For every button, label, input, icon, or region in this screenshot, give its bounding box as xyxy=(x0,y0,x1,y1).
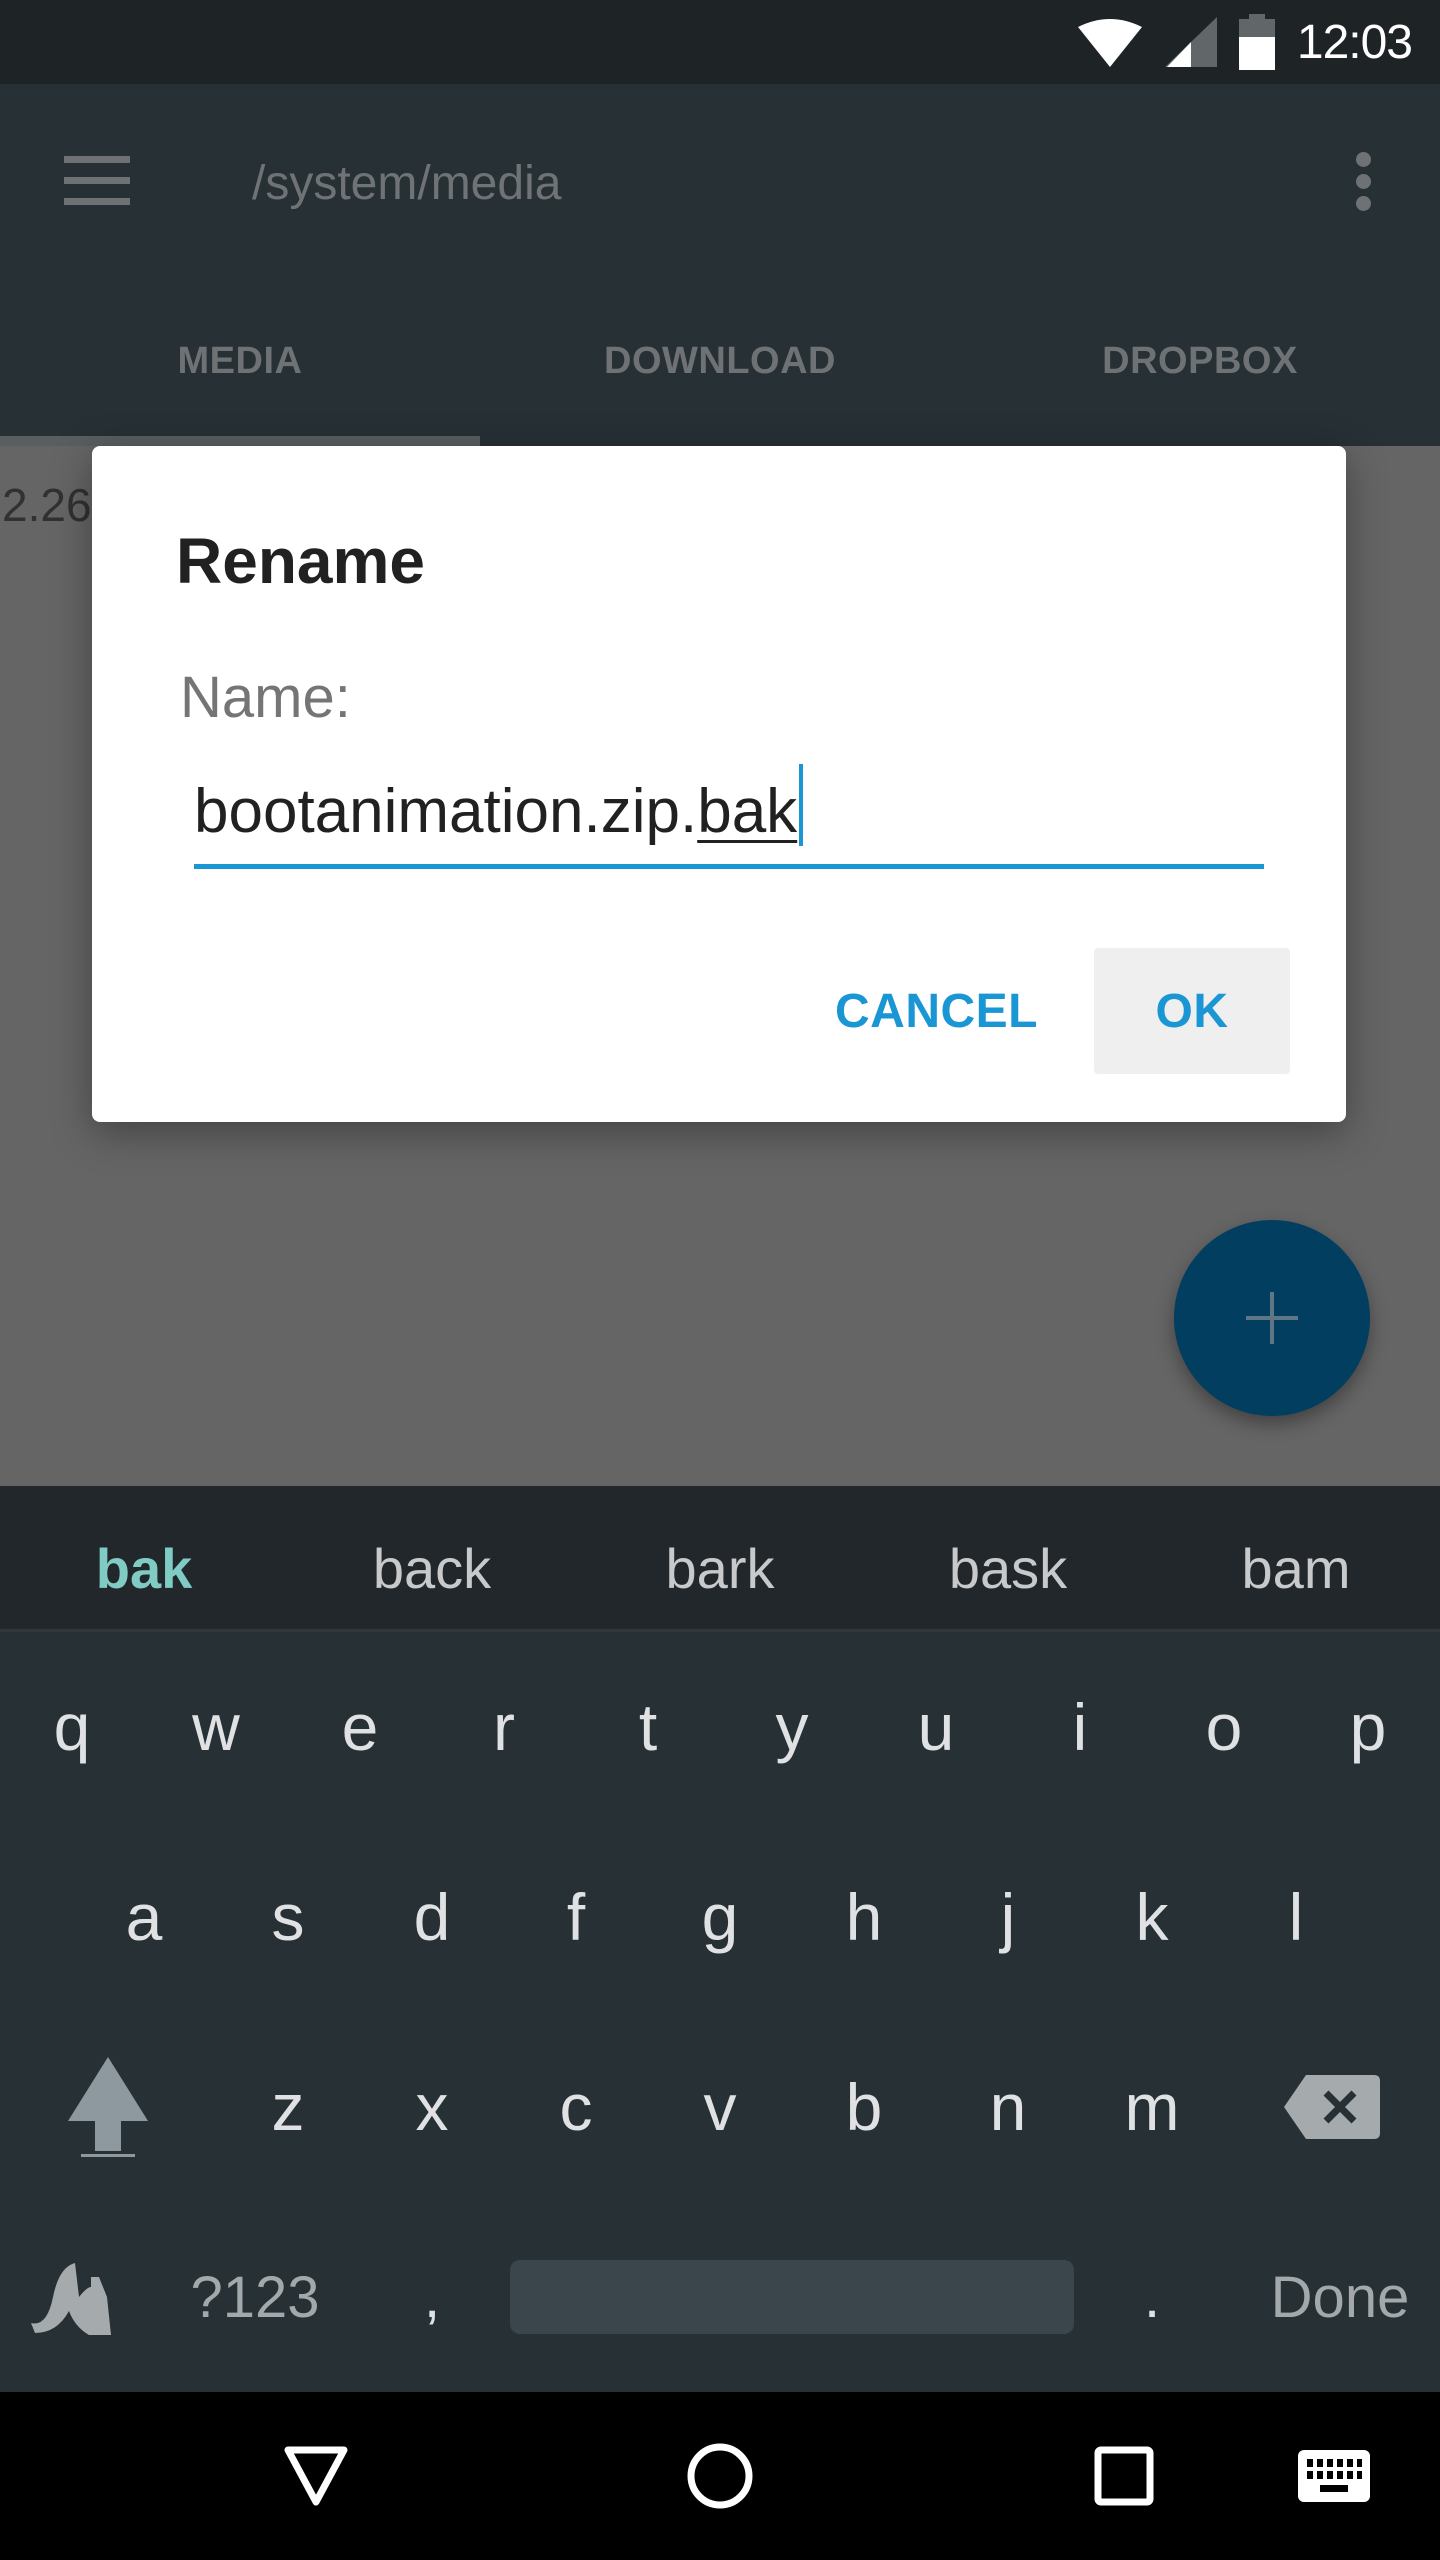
key-x[interactable]: x xyxy=(360,2012,504,2202)
dialog-title: Rename xyxy=(176,525,425,597)
app-bar: /system/media MEDIA DOWNLOAD DROPBOX xyxy=(0,84,1440,446)
name-value-composing: bak xyxy=(697,777,798,846)
name-label: Name: xyxy=(180,665,351,730)
ok-button[interactable]: OK xyxy=(1094,948,1290,1074)
key-row-3: z x c v b n m xyxy=(0,2012,1440,2202)
back-triangle-icon xyxy=(284,2446,348,2506)
status-icons: 12:03 xyxy=(1077,0,1413,84)
key-e[interactable]: e xyxy=(288,1632,432,1822)
input-underline xyxy=(194,864,1264,869)
soft-keyboard: q w e r t y u i o p a s d f g h j k l z … xyxy=(0,1632,1440,2392)
suggestion-item[interactable]: bak xyxy=(0,1486,288,1629)
key-w[interactable]: w xyxy=(144,1632,288,1822)
done-key[interactable]: Done xyxy=(1240,2202,1440,2392)
home-circle-icon xyxy=(687,2443,753,2509)
text-cursor xyxy=(799,764,804,846)
cancel-button[interactable]: CANCEL xyxy=(835,948,1038,1074)
key-m[interactable]: m xyxy=(1080,2012,1224,2202)
more-vert-icon[interactable] xyxy=(1352,152,1376,212)
key-q[interactable]: q xyxy=(0,1632,144,1822)
tab-media[interactable]: MEDIA xyxy=(0,300,480,446)
gesture-typing-key[interactable] xyxy=(4,2202,144,2392)
dialog-actions: CANCEL OK xyxy=(835,948,1290,1074)
key-f[interactable]: f xyxy=(504,1822,648,2012)
file-size-partial: 2.26 xyxy=(2,479,92,531)
key-k[interactable]: k xyxy=(1080,1822,1224,2012)
key-l[interactable]: l xyxy=(1224,1822,1368,2012)
add-fab-button[interactable] xyxy=(1174,1220,1370,1416)
key-row-2: a s d f g h j k l xyxy=(0,1822,1440,2012)
rename-dialog: Rename Name: bootanimation.zip.bak CANCE… xyxy=(92,446,1346,1122)
key-y[interactable]: y xyxy=(720,1632,864,1822)
key-u[interactable]: u xyxy=(864,1632,1008,1822)
nav-keyboard-switch-button[interactable] xyxy=(1264,2392,1404,2560)
key-h[interactable]: h xyxy=(792,1822,936,2012)
nav-back-button[interactable] xyxy=(246,2392,386,2560)
battery-icon xyxy=(1238,14,1275,70)
screen: 12:03 /system/media MEDIA DOWNLOAD DROPB… xyxy=(0,0,1440,2560)
backspace-key[interactable] xyxy=(1260,2012,1404,2202)
gesture-typing-icon xyxy=(31,2263,111,2335)
name-input[interactable]: bootanimation.zip.bak xyxy=(194,764,1264,874)
key-g[interactable]: g xyxy=(648,1822,792,2012)
tab-bar: MEDIA DOWNLOAD DROPBOX xyxy=(0,300,1440,446)
key-s[interactable]: s xyxy=(216,1822,360,2012)
recents-square-icon xyxy=(1094,2446,1154,2506)
key-a[interactable]: a xyxy=(72,1822,216,2012)
key-row-1: q w e r t y u i o p xyxy=(0,1632,1440,1822)
key-z[interactable]: z xyxy=(216,2012,360,2202)
nav-recents-button[interactable] xyxy=(1054,2392,1194,2560)
suggestion-item[interactable]: bask xyxy=(864,1486,1152,1629)
key-j[interactable]: j xyxy=(936,1822,1080,2012)
plus-icon xyxy=(1246,1292,1298,1344)
suggestion-strip: bak back bark bask bam xyxy=(0,1486,1440,1632)
tab-download[interactable]: DOWNLOAD xyxy=(480,300,960,446)
shift-key[interactable] xyxy=(36,2012,180,2202)
tab-indicator xyxy=(0,436,480,446)
keyboard-switch-icon xyxy=(1298,2450,1370,2502)
cell-signal-icon xyxy=(1164,17,1217,67)
current-path: /system/media xyxy=(252,157,562,210)
status-bar: 12:03 xyxy=(0,0,1440,84)
shift-arrow-icon xyxy=(68,2057,148,2157)
suggestion-item[interactable]: back xyxy=(288,1486,576,1629)
key-i[interactable]: i xyxy=(1008,1632,1152,1822)
key-v[interactable]: v xyxy=(648,2012,792,2202)
navigation-bar xyxy=(0,2392,1440,2560)
key-o[interactable]: o xyxy=(1152,1632,1296,1822)
key-p[interactable]: p xyxy=(1296,1632,1440,1822)
comma-key[interactable]: , xyxy=(360,2202,504,2392)
nav-home-button[interactable] xyxy=(650,2392,790,2560)
space-key[interactable] xyxy=(510,2260,1074,2334)
suggestion-item[interactable]: bark xyxy=(576,1486,864,1629)
key-n[interactable]: n xyxy=(936,2012,1080,2202)
symbols-key[interactable]: ?123 xyxy=(180,2202,330,2392)
period-key[interactable]: . xyxy=(1080,2202,1224,2392)
tab-dropbox[interactable]: DROPBOX xyxy=(960,300,1440,446)
name-input-value[interactable]: bootanimation.zip.bak xyxy=(194,764,804,847)
backspace-icon xyxy=(1284,2075,1380,2139)
wifi-icon xyxy=(1077,19,1142,67)
key-t[interactable]: t xyxy=(576,1632,720,1822)
hamburger-menu-icon[interactable] xyxy=(64,156,132,206)
name-value-prefix: bootanimation.zip. xyxy=(194,777,698,846)
key-d[interactable]: d xyxy=(360,1822,504,2012)
key-r[interactable]: r xyxy=(432,1632,576,1822)
key-b[interactable]: b xyxy=(792,2012,936,2202)
key-c[interactable]: c xyxy=(504,2012,648,2202)
status-time: 12:03 xyxy=(1296,15,1413,69)
suggestion-item[interactable]: bam xyxy=(1152,1486,1440,1629)
